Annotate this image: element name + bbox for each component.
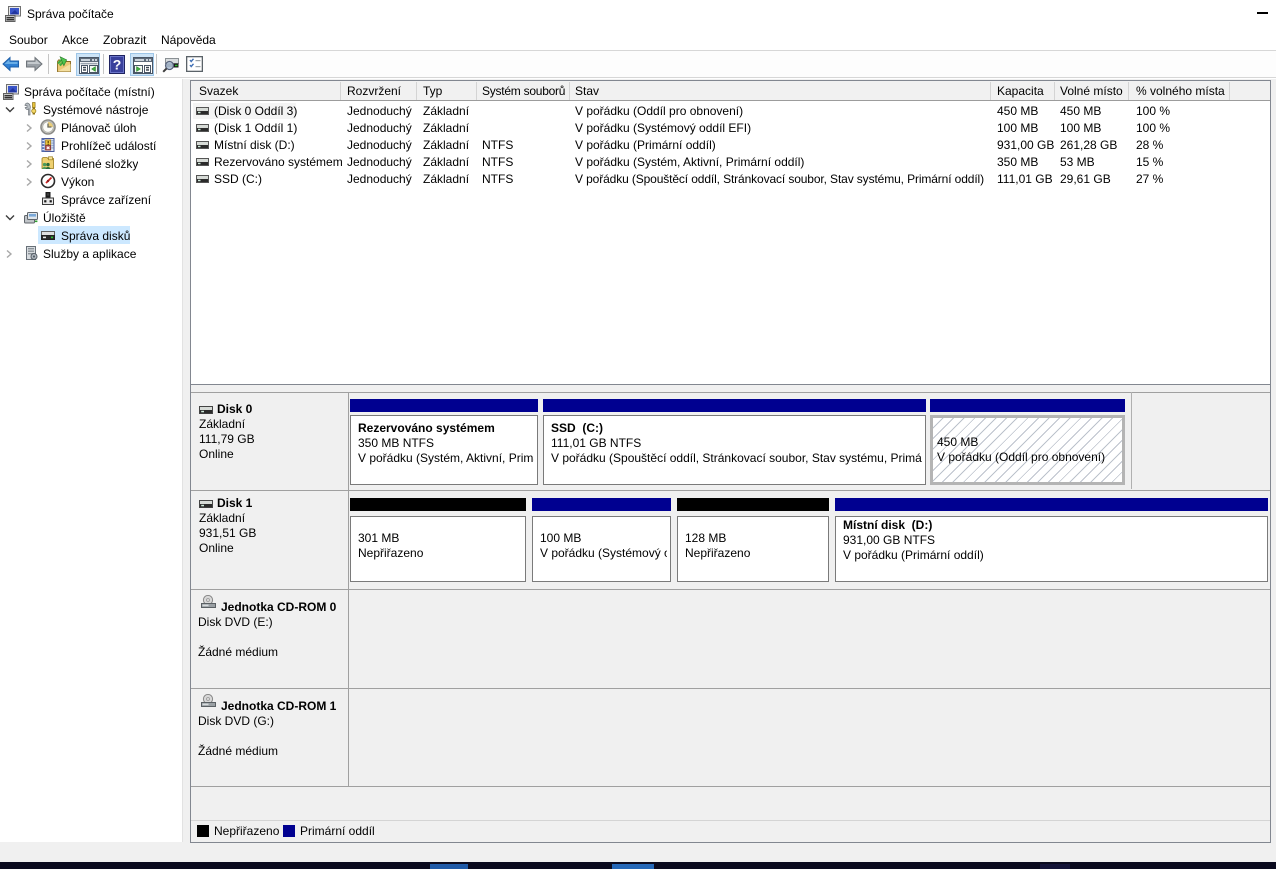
svg-text:?: ? [113,57,122,73]
